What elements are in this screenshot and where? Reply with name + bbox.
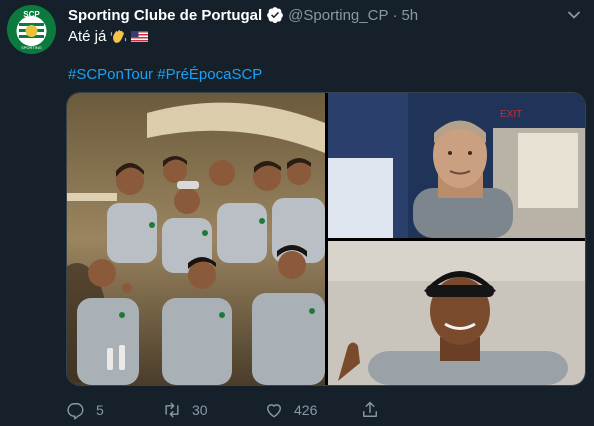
hashtag-scpontour[interactable]: #SCPonTour <box>68 66 153 83</box>
exit-sign: EXIT <box>500 109 522 120</box>
chevron-down-icon[interactable] <box>567 8 581 22</box>
share-button[interactable] <box>360 400 380 420</box>
reply-count: 5 <box>96 402 104 418</box>
sporting-logo: SCP SPORTING <box>7 5 56 54</box>
heart-icon <box>267 404 281 418</box>
header-separator: · <box>392 6 398 24</box>
tweet-text-content: Até já <box>68 28 107 45</box>
author-handle[interactable]: @Sporting_CP <box>288 7 388 24</box>
tweet-timestamp[interactable]: 5h <box>401 7 418 24</box>
like-button[interactable]: 426 <box>264 400 317 420</box>
tweet[interactable]: SCP SPORTING Sporting Clube de Portugal … <box>0 0 594 426</box>
logo-text: SCP <box>23 10 40 19</box>
reply-icon <box>67 403 84 420</box>
like-count: 426 <box>294 402 318 418</box>
retweet-icon <box>165 402 179 418</box>
avatar[interactable]: SCP SPORTING <box>7 5 56 54</box>
retweet-count: 30 <box>192 402 208 418</box>
author-name[interactable]: Sporting Clube de Portugal <box>68 7 262 24</box>
logo-ring-text: SPORTING <box>21 45 42 50</box>
tweet-text: Até já <box>68 28 149 45</box>
team-plane-photo[interactable] <box>67 93 325 385</box>
hashtags: #SCPonTour #PréÉpocaSCP <box>68 66 262 83</box>
hashtag-preepocascp[interactable]: #PréÉpocaSCP <box>157 66 262 83</box>
retweet-button[interactable]: 30 <box>162 400 208 420</box>
player-closeup-top-photo[interactable]: EXIT <box>328 93 585 238</box>
player-closeup-bottom-photo[interactable] <box>328 241 585 385</box>
reply-button[interactable]: 5 <box>66 400 104 420</box>
tweet-header: Sporting Clube de Portugal @Sporting_CP … <box>68 6 418 24</box>
tweet-actions: 5 30 426 <box>66 400 386 420</box>
media-grid: EXIT <box>66 92 586 386</box>
verified-badge-icon <box>267 7 284 24</box>
us-flag-icon <box>131 31 149 42</box>
share-icon <box>363 401 377 417</box>
waving-hand-icon <box>111 30 127 43</box>
